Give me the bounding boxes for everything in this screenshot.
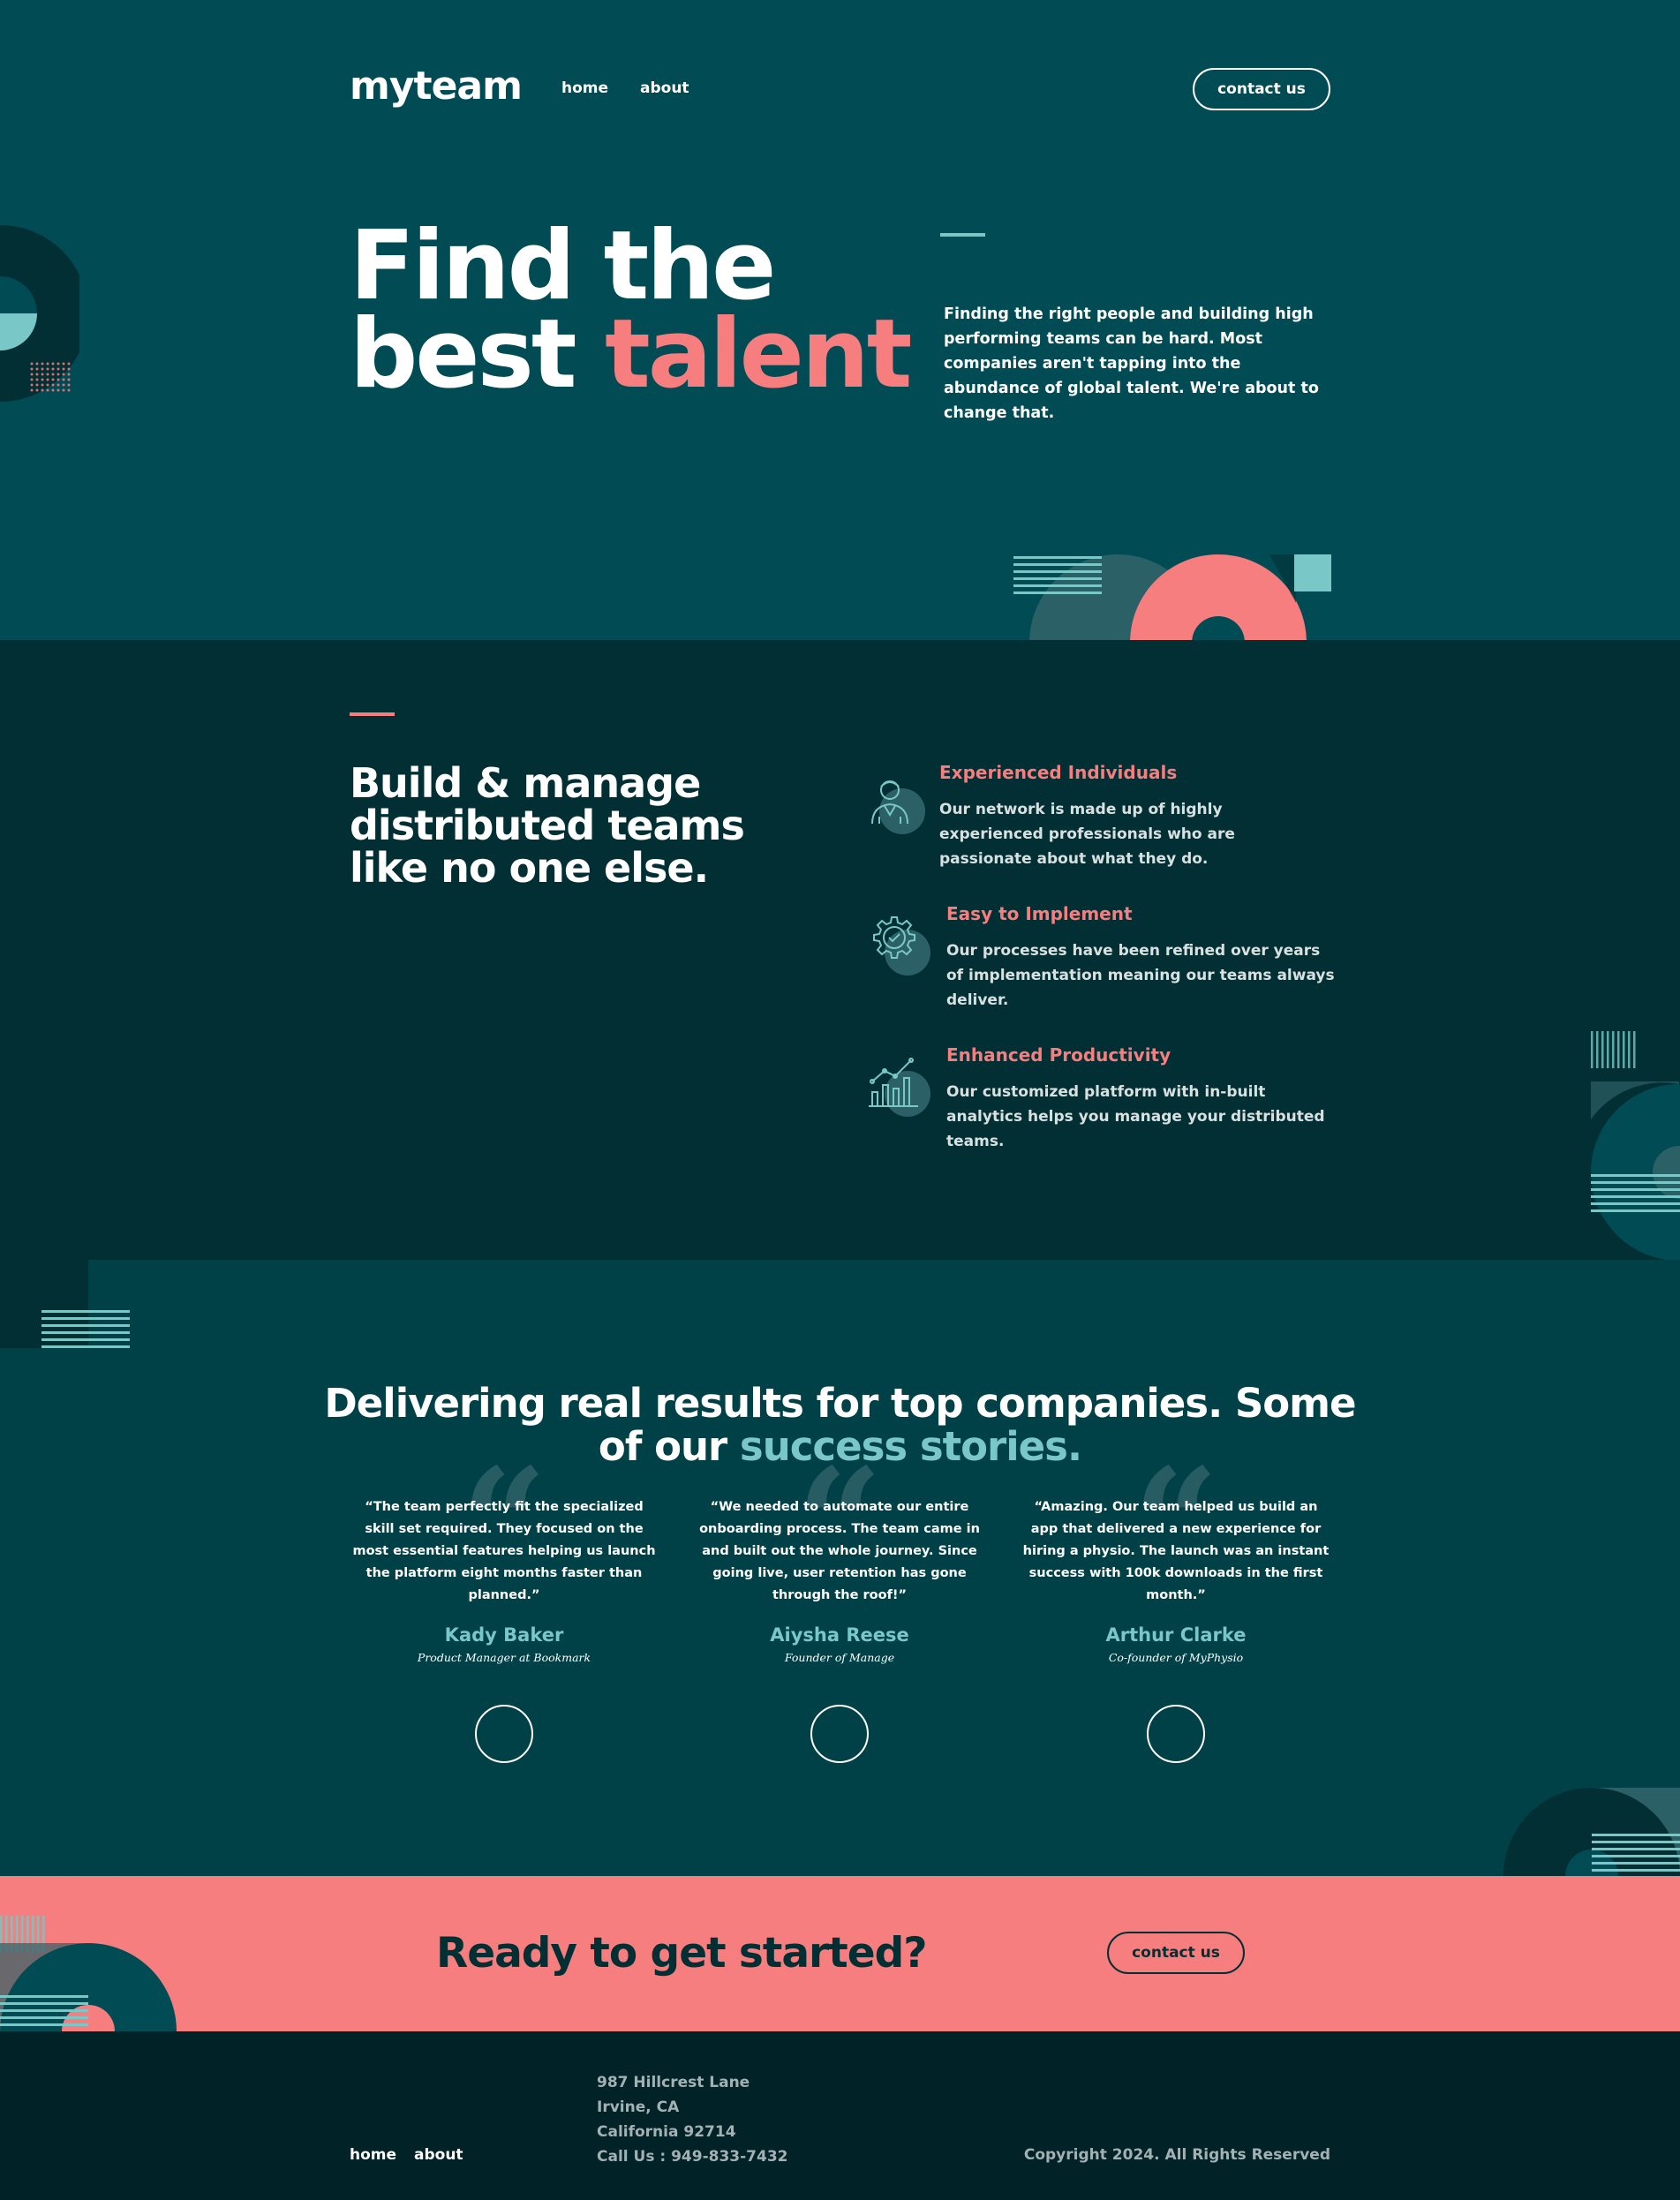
avatar [1147, 1705, 1205, 1763]
testimonials-right-decoration [1503, 1788, 1680, 1876]
hero-title-line2: best [350, 299, 606, 410]
hero-title-accent: talent [605, 299, 912, 410]
person-icon [871, 780, 925, 834]
footer-copyright: Copyright 2024. All Rights Reserved [1023, 2146, 1330, 2164]
feature-title: Easy to Implement [946, 903, 1133, 924]
hero-bottom-decoration [1013, 554, 1331, 640]
nav-about-link[interactable]: about [640, 79, 689, 97]
feature-description: Our network is made up of highly experie… [939, 801, 1235, 868]
footer-about-link[interactable]: about [414, 2146, 463, 2164]
hero-title: Find the best talent [350, 219, 912, 403]
footer-address: 987 Hillcrest Lane Irvine, CA California… [597, 2070, 787, 2169]
feature-item: Experienced Individuals Our network is m… [865, 762, 1342, 868]
address-line: Irvine, CA [597, 2098, 680, 2116]
testimonials-left-decoration [0, 1260, 130, 1348]
testimonial-role: Co-founder of MyPhysio [1108, 1651, 1244, 1664]
hero-accent-line [940, 233, 985, 237]
testimonial-name: Kady Baker [444, 1624, 564, 1646]
features-title: Build & manage distributed teams like no… [350, 759, 745, 892]
feature-title: Enhanced Productivity [946, 1044, 1171, 1066]
testimonial-role: Product Manager at Bookmark [417, 1651, 591, 1664]
features-right-decoration [1591, 1031, 1680, 1260]
avatar [475, 1705, 533, 1763]
cta-title: Ready to get started? [436, 1929, 927, 1978]
feature-item: Enhanced Productivity Our customized pla… [865, 1044, 1342, 1150]
testimonial-card: “ “We needed to automate our entire onbo… [685, 1449, 994, 1763]
hero-left-decoration [0, 225, 79, 402]
testimonial-role: Founder of Manage [784, 1651, 895, 1664]
testimonial-quote: “We needed to automate our entire onboar… [699, 1500, 980, 1602]
testimonial-name: Aiysha Reese [770, 1624, 909, 1646]
feature-title: Experienced Individuals [939, 762, 1178, 783]
testimonial-card: “ “The team perfectly fit the specialize… [350, 1449, 659, 1763]
testimonials-section: Delivering real results for top companie… [0, 1260, 1680, 1876]
avatar [810, 1705, 869, 1763]
chart-icon [869, 1058, 930, 1117]
feature-item: Easy to Implement Our processes have bee… [865, 903, 1342, 1009]
nav-home-link[interactable]: home [561, 79, 608, 97]
cta-section: Ready to get started? contact us [0, 1876, 1680, 2031]
testimonial-quote: “Amazing. Our team helped us build an ap… [1022, 1500, 1330, 1602]
cog-icon [873, 916, 930, 976]
header-contact-button[interactable]: contact us [1193, 68, 1330, 110]
testimonial-quote: “The team perfectly fit the specialized … [352, 1500, 656, 1602]
address-line: 987 Hillcrest Lane [597, 2074, 750, 2091]
hero-description: Finding the right people and building hi… [944, 305, 1319, 422]
address-phone: Call Us : 949-833-7432 [597, 2148, 788, 2166]
footer: home about 987 Hillcrest Lane Irvine, CA… [0, 2031, 1680, 2200]
hero-section: myteam home about contact us Find the be… [0, 0, 1680, 640]
features-accent-line [350, 712, 395, 716]
footer-home-link[interactable]: home [350, 2146, 396, 2164]
feature-description: Our customized platform with in-built an… [946, 1083, 1325, 1150]
testimonial-name: Arthur Clarke [1105, 1624, 1247, 1646]
address-line: California 92714 [597, 2123, 736, 2141]
cta-contact-button[interactable]: contact us [1107, 1932, 1245, 1974]
testimonial-card: “ “Amazing. Our team helped us build an … [1021, 1449, 1330, 1763]
feature-description: Our processes have been refined over yea… [946, 942, 1335, 1009]
cta-left-decoration [0, 1916, 177, 2031]
logo[interactable]: myteam [350, 64, 523, 109]
features-section: Build & manage distributed teams like no… [0, 640, 1680, 1260]
